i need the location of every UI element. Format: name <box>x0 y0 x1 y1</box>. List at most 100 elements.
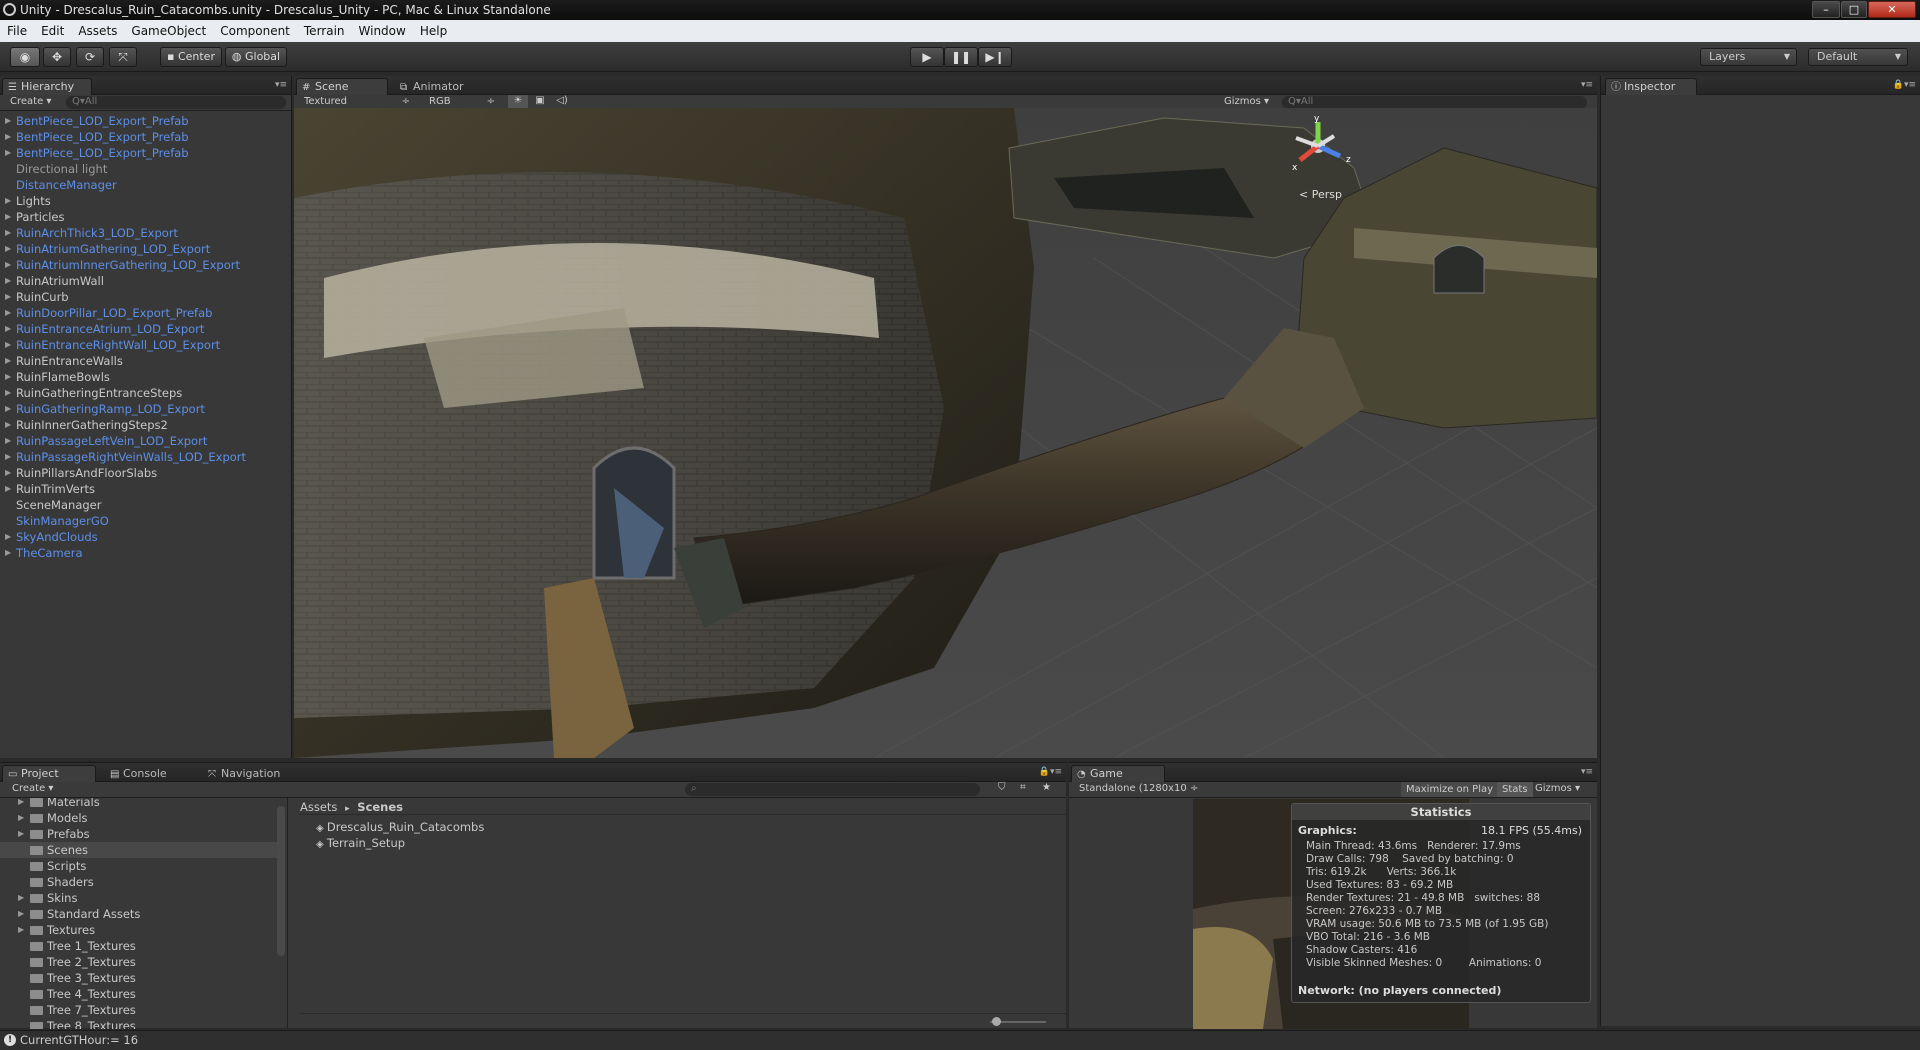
hierarchy-item[interactable]: ▶ RuinGatheringEntranceSteps <box>0 385 291 401</box>
scale-tool-button[interactable]: ⤧ <box>109 47 137 67</box>
hierarchy-item[interactable]: ▶ RuinFlameBowls <box>0 369 291 385</box>
favorite-star-icon[interactable]: ★ <box>1042 782 1051 793</box>
expand-arrow-icon[interactable]: ▶ <box>5 321 11 337</box>
hierarchy-item[interactable]: ▶ RuinTrimVerts <box>0 481 291 497</box>
expand-arrow-icon[interactable]: ▶ <box>5 385 11 401</box>
menu-gameobject[interactable]: GameObject <box>124 20 213 42</box>
hierarchy-item[interactable]: ▶ BentPiece_LOD_Export_Prefab <box>0 129 291 145</box>
hierarchy-item[interactable]: ▶ RuinAtriumGathering_LOD_Export <box>0 241 291 257</box>
tab-project[interactable]: ▭ Project <box>2 765 96 782</box>
maximize-on-play-toggle[interactable]: Maximize on Play <box>1401 782 1499 797</box>
hierarchy-item[interactable]: SceneManager <box>0 497 291 513</box>
stats-toggle[interactable]: Stats <box>1497 782 1533 797</box>
folder-item[interactable]: Scripts <box>0 858 280 874</box>
hierarchy-search-input[interactable]: Q▾All <box>66 96 286 109</box>
project-search-input[interactable]: ⌕ <box>685 783 980 796</box>
expand-arrow-icon[interactable]: ▶ <box>5 129 11 145</box>
folder-item[interactable]: Scenes <box>0 842 280 858</box>
status-bar[interactable]: ! CurrentGTHour:= 16 <box>0 1030 1920 1050</box>
resolution-dropdown[interactable]: Standalone (1280x10 ÷ <box>1079 783 1198 794</box>
expand-arrow-icon[interactable]: ▶ <box>5 209 11 225</box>
expand-arrow-icon[interactable]: ▶ <box>5 369 11 385</box>
global-space-toggle[interactable]: ◍ Global <box>225 47 287 67</box>
expand-arrow-icon[interactable]: ▶ <box>5 241 11 257</box>
gizmos-dropdown[interactable]: Gizmos ▾ <box>1224 96 1269 107</box>
menu-file[interactable]: File <box>0 20 34 42</box>
scene-file-item[interactable]: ◈ Drescalus_Ruin_Catacombs <box>316 819 484 835</box>
panel-menu-icon[interactable]: ▾≡ <box>1581 767 1593 777</box>
panel-menu-icon[interactable]: 🔒▾≡ <box>1893 80 1916 90</box>
scene-file-item[interactable]: ◈ Terrain_Setup <box>316 835 484 851</box>
hierarchy-item[interactable]: ▶ RuinEntranceAtrium_LOD_Export <box>0 321 291 337</box>
hierarchy-item[interactable]: ▶ RuinCurb <box>0 289 291 305</box>
layout-dropdown[interactable]: Default ▼ <box>1808 48 1908 66</box>
tab-console[interactable]: ▤ Console <box>104 765 184 782</box>
expand-arrow-icon[interactable]: ▶ <box>18 810 24 826</box>
folder-item[interactable]: Tree 8_Textures <box>0 1018 280 1029</box>
hierarchy-item[interactable]: ▶ Particles <box>0 209 291 225</box>
folder-item[interactable]: ▶ Standard Assets <box>0 906 280 922</box>
folder-item[interactable]: ▶ Models <box>0 810 280 826</box>
hierarchy-item[interactable]: ▶ RuinPassageLeftVein_LOD_Export <box>0 433 291 449</box>
menu-edit[interactable]: Edit <box>34 20 71 42</box>
step-button[interactable]: ▶❙ <box>978 47 1012 67</box>
hierarchy-item[interactable]: ▶ RuinEntranceWalls <box>0 353 291 369</box>
folder-tree-scrollbar[interactable] <box>277 806 285 956</box>
maximize-button[interactable]: □ <box>1841 1 1867 18</box>
expand-arrow-icon[interactable]: ▶ <box>5 433 11 449</box>
folder-item[interactable]: Tree 7_Textures <box>0 1002 280 1018</box>
create-dropdown[interactable]: Create ▾ <box>10 96 51 107</box>
minimize-button[interactable]: – <box>1812 1 1840 18</box>
expand-arrow-icon[interactable]: ▶ <box>5 225 11 241</box>
expand-arrow-icon[interactable]: ▶ <box>5 193 11 209</box>
hierarchy-item[interactable]: ▶ TheCamera <box>0 545 291 561</box>
hierarchy-item[interactable]: ▶ RuinAtriumWall <box>0 273 291 289</box>
hierarchy-item[interactable]: ▶ RuinEntranceRightWall_LOD_Export <box>0 337 291 353</box>
hierarchy-item[interactable]: SkinManagerGO <box>0 513 291 529</box>
pause-button[interactable]: ❚❚ <box>944 47 978 67</box>
tab-inspector[interactable]: ⓘ Inspector <box>1605 78 1697 95</box>
hierarchy-item[interactable]: ▶ BentPiece_LOD_Export_Prefab <box>0 145 291 161</box>
play-button[interactable]: ▶ <box>910 47 944 67</box>
panel-menu-icon[interactable]: ▾≡ <box>275 80 287 90</box>
folder-item[interactable]: Tree 2_Textures <box>0 954 280 970</box>
breadcrumb-assets[interactable]: Assets <box>300 800 337 814</box>
create-dropdown[interactable]: Create ▾ <box>12 783 53 794</box>
hierarchy-item[interactable]: DistanceManager <box>0 177 291 193</box>
expand-arrow-icon[interactable]: ▶ <box>5 401 11 417</box>
hierarchy-item[interactable]: ▶ RuinPillarsAndFloorSlabs <box>0 465 291 481</box>
folder-item[interactable]: Shaders <box>0 874 280 890</box>
panel-menu-icon[interactable]: ▾≡ <box>1581 80 1593 90</box>
pivot-center-toggle[interactable]: ▪ Center <box>160 47 222 67</box>
expand-arrow-icon[interactable]: ▶ <box>5 273 11 289</box>
hierarchy-item[interactable]: ▶ RuinDoorPillar_LOD_Export_Prefab <box>0 305 291 321</box>
expand-arrow-icon[interactable]: ▶ <box>5 289 11 305</box>
move-tool-button[interactable]: ✥ <box>43 47 71 67</box>
expand-arrow-icon[interactable]: ▶ <box>18 798 24 810</box>
panel-menu-icon[interactable]: 🔒▾≡ <box>1039 767 1062 777</box>
render-mode-dropdown[interactable]: Textured ÷ <box>304 96 414 107</box>
expand-arrow-icon[interactable]: ▶ <box>5 305 11 321</box>
folder-item[interactable]: ▶ Prefabs <box>0 826 280 842</box>
rotate-tool-button[interactable]: ⟳ <box>76 47 104 67</box>
hierarchy-item[interactable]: ▶ RuinInnerGatheringSteps2 <box>0 417 291 433</box>
menu-terrain[interactable]: Terrain <box>297 20 352 42</box>
hierarchy-item[interactable]: ▶ RuinArchThick3_LOD_Export <box>0 225 291 241</box>
expand-arrow-icon[interactable]: ▶ <box>5 545 11 561</box>
hierarchy-item[interactable]: ▶ BentPiece_LOD_Export_Prefab <box>0 113 291 129</box>
expand-arrow-icon[interactable]: ▶ <box>5 465 11 481</box>
filter-by-label-icon[interactable]: ⌗ <box>1020 782 1026 793</box>
menu-assets[interactable]: Assets <box>71 20 124 42</box>
filter-by-type-icon[interactable]: ⛉ <box>998 782 1006 793</box>
hierarchy-item[interactable]: ▶ RuinPassageRightVeinWalls_LOD_Export <box>0 449 291 465</box>
folder-item[interactable]: Tree 4_Textures <box>0 986 280 1002</box>
gizmos-dropdown[interactable]: Gizmos ▾ <box>1535 783 1580 794</box>
expand-arrow-icon[interactable]: ▶ <box>18 922 24 938</box>
expand-arrow-icon[interactable]: ▶ <box>5 257 11 273</box>
layers-dropdown[interactable]: Layers ▼ <box>1700 48 1797 66</box>
expand-arrow-icon[interactable]: ▶ <box>18 890 24 906</box>
expand-arrow-icon[interactable]: ▶ <box>5 145 11 161</box>
tab-game[interactable]: ◔ Game <box>1071 765 1165 782</box>
folder-item[interactable]: ▶ Skins <box>0 890 280 906</box>
hierarchy-item[interactable]: ▶ RuinGatheringRamp_LOD_Export <box>0 401 291 417</box>
